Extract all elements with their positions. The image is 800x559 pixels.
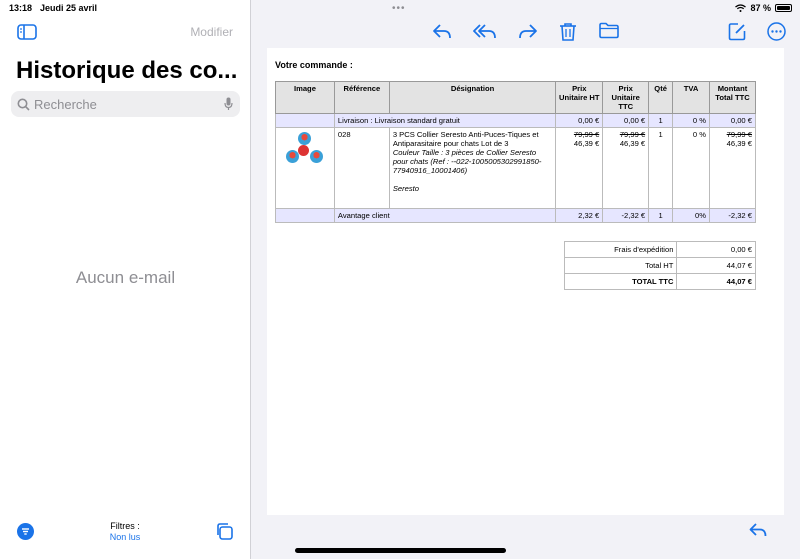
home-indicator[interactable] <box>295 548 506 553</box>
shipping-ttc: 0,00 € <box>602 113 650 128</box>
product-qte: 1 <box>648 127 674 209</box>
product-designation: 3 PCS Collier Seresto Anti-Puces-Tiques … <box>388 127 557 209</box>
col-designation: Désignation <box>388 81 557 114</box>
total-ttc-label: TOTAL TTC <box>563 273 678 290</box>
col-qte: Qté <box>648 81 674 114</box>
forward-icon[interactable] <box>518 22 538 40</box>
folder-icon[interactable] <box>599 22 619 39</box>
compose-icon[interactable] <box>728 22 747 41</box>
shipping-fee-value: 0,00 € <box>676 241 756 258</box>
product-image[interactable] <box>285 132 324 172</box>
edit-button[interactable]: Modifier <box>190 25 233 39</box>
col-prix-ttc: Prix Unitaire TTC <box>602 81 650 114</box>
col-prix-ht: Prix Unitaire HT <box>555 81 604 114</box>
shipping-label: Livraison : Livraison standard gratuit <box>333 113 557 128</box>
shipping-ht: 0,00 € <box>555 113 604 128</box>
total-ht-label: Total HT <box>563 257 678 274</box>
table-row: 028 3 PCS Collier Seresto Anti-Puces-Tiq… <box>275 127 756 209</box>
microphone-icon[interactable] <box>224 97 233 111</box>
product-ttc-new: 46,39 € <box>619 139 646 148</box>
reply-icon[interactable] <box>432 22 452 40</box>
mailbox-sidebar: Modifier Historique des co... Recherche … <box>0 0 251 559</box>
col-reference: Référence <box>333 81 390 114</box>
empty-mailbox-label: Aucun e-mail <box>75 268 176 287</box>
more-icon[interactable] <box>767 22 786 41</box>
col-montant: Montant Total TTC <box>709 81 756 114</box>
stack-icon[interactable] <box>215 522 233 540</box>
discount-tva: 0% <box>672 208 710 223</box>
product-total: 79,99 € 46,39 € <box>709 127 756 209</box>
product-image-cell <box>275 127 335 209</box>
trash-icon[interactable] <box>559 22 577 41</box>
filters-status[interactable]: Filtres : Non lus <box>100 521 150 543</box>
product-brand: Seresto <box>392 184 419 193</box>
mail-app: Modifier Historique des co... Recherche … <box>0 0 800 559</box>
table-row: Avantage client 2,32 € -2,32 € 1 0% -2,3… <box>275 208 756 223</box>
wifi-icon <box>735 4 747 12</box>
product-total-new: 46,39 € <box>726 139 752 148</box>
table-header-row: Image Référence Désignation Prix Unitair… <box>275 81 756 114</box>
filter-icon[interactable] <box>17 523 34 540</box>
multitask-dots-icon[interactable]: ••• <box>392 3 406 14</box>
quick-reply-icon[interactable] <box>749 522 767 539</box>
totals-row: Frais d'expédition 0,00 € <box>563 241 756 258</box>
status-date: Jeudi 25 avril <box>40 3 98 13</box>
empty-cell <box>275 208 335 223</box>
total-ttc-value: 44,07 € <box>676 273 756 290</box>
status-time: 13:18 <box>9 3 33 13</box>
filters-value: Non lus <box>109 532 141 542</box>
reply-all-icon[interactable] <box>473 22 497 40</box>
battery-percent: 87 % <box>750 3 771 13</box>
shipping-qte: 1 <box>648 113 674 128</box>
table-row: Livraison : Livraison standard gratuit 0… <box>275 113 756 128</box>
totals-row: TOTAL TTC 44,07 € <box>563 273 756 290</box>
empty-cell <box>275 113 335 128</box>
filters-label: Filtres : <box>110 521 140 531</box>
order-title: Votre commande : <box>275 60 353 70</box>
product-ttc: 79,99 € 46,39 € <box>602 127 650 209</box>
search-placeholder: Recherche <box>34 96 97 112</box>
search-field[interactable]: Recherche <box>11 91 240 117</box>
product-ht-old: 79,99 € <box>573 130 600 139</box>
total-ht-value: 44,07 € <box>676 257 756 274</box>
status-indicators: 87 % <box>735 3 792 13</box>
shipping-tva: 0 % <box>672 113 710 128</box>
search-icon <box>17 98 30 111</box>
col-image: Image <box>275 81 335 114</box>
totals-table: Frais d'expédition 0,00 € Total HT 44,07… <box>563 241 756 290</box>
mailbox-title: Historique des co... <box>16 57 238 84</box>
product-tva: 0 % <box>672 127 710 209</box>
product-reference: 028 <box>333 127 390 209</box>
product-ht: 79,99 € 46,39 € <box>555 127 604 209</box>
shipping-total: 0,00 € <box>709 113 756 128</box>
discount-total: -2,32 € <box>709 208 756 223</box>
totals-row: Total HT 44,07 € <box>563 257 756 274</box>
sidebar-toggle-icon[interactable] <box>17 24 37 40</box>
product-variant: Couleur Taille : 3 pièces de Collier Ser… <box>392 148 542 175</box>
product-ht-new: 46,39 € <box>573 139 600 148</box>
discount-ht: 2,32 € <box>555 208 604 223</box>
discount-label: Avantage client <box>333 208 557 223</box>
discount-qte: 1 <box>648 208 674 223</box>
order-table: Image Référence Désignation Prix Unitair… <box>275 81 756 223</box>
shipping-fee-label: Frais d'expédition <box>563 241 678 258</box>
col-tva: TVA <box>672 81 710 114</box>
product-name: 3 PCS Collier Seresto Anti-Puces-Tiques … <box>392 130 539 148</box>
product-ttc-old: 79,99 € <box>619 130 646 139</box>
battery-icon <box>775 4 792 12</box>
discount-ttc: -2,32 € <box>602 208 650 223</box>
product-total-old: 79,99 € <box>726 130 752 139</box>
